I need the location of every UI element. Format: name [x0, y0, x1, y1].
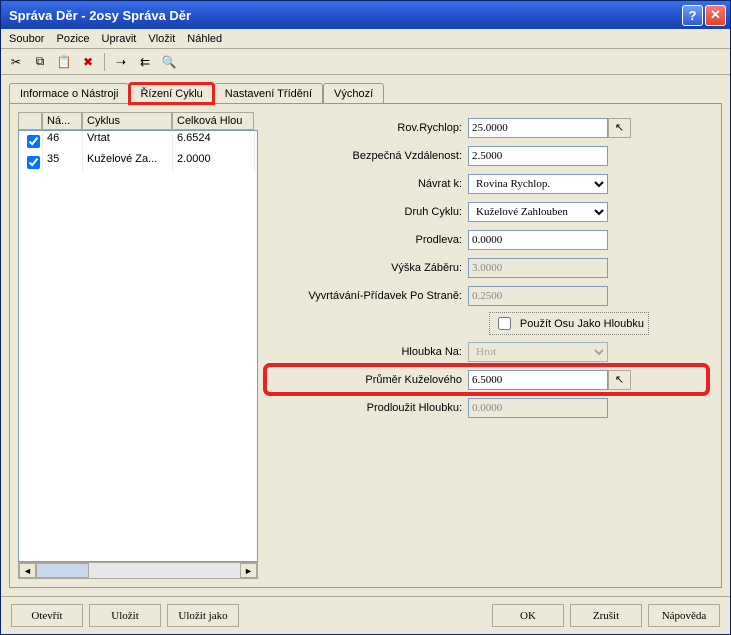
row-check[interactable] [27, 156, 40, 169]
h-scrollbar[interactable]: ◄ ► [18, 562, 258, 579]
tab-strip: Informace o Nástroji Řízení Cyklu Nastav… [1, 75, 730, 103]
bezp-input[interactable] [468, 146, 608, 166]
scroll-thumb[interactable] [36, 563, 89, 578]
form: Rov.Rychlop: ↖ Bezpečná Vzdálenost: Návr… [268, 112, 713, 579]
menu-edit[interactable]: Upravit [102, 33, 137, 45]
close-button[interactable]: ✕ [705, 5, 726, 26]
cell-na: 35 [43, 152, 83, 173]
separator [104, 53, 105, 71]
ok-button[interactable]: OK [492, 604, 564, 627]
cell-cycle: Kuželové Za... [83, 152, 173, 173]
toolbar: ✂ ⧉ 📋 ✖ ➝ ⇇ 🔍 [1, 49, 730, 75]
row-check[interactable] [27, 135, 40, 148]
hloubka-label: Hloubka Na: [268, 346, 468, 358]
tool-c-icon[interactable]: 🔍 [158, 52, 180, 72]
prumer-input[interactable] [468, 370, 608, 390]
cut-icon[interactable]: ✂ [5, 52, 27, 72]
menu-file[interactable]: Soubor [9, 33, 44, 45]
navrat-label: Návrat k: [268, 178, 468, 190]
save-button[interactable]: Uložit [89, 604, 161, 627]
menu-insert[interactable]: Vložit [148, 33, 175, 45]
osu-checkbox-wrap[interactable]: Použít Osu Jako Hloubku [489, 312, 649, 335]
col-na[interactable]: Ná... [42, 112, 82, 130]
menubar: Soubor Pozice Upravit Vložit Náhled [1, 29, 730, 49]
scroll-right-icon[interactable]: ► [240, 563, 257, 578]
grid-body: 46 Vrtat 6.6524 35 Kuželové Za... 2.0000 [18, 130, 258, 562]
tool-b-icon[interactable]: ⇇ [134, 52, 156, 72]
rov-label: Rov.Rychlop: [268, 122, 468, 134]
rov-input[interactable] [468, 118, 608, 138]
window: Správa Děr - 2osy Správa Děr ? ✕ Soubor … [0, 0, 731, 635]
prodl-label: Prodloužit Hloubku: [268, 402, 468, 414]
bezp-label: Bezpečná Vzdálenost: [268, 150, 468, 162]
cell-depth: 2.0000 [173, 152, 255, 173]
cell-cycle: Vrtat [83, 131, 173, 152]
table-row[interactable]: 46 Vrtat 6.6524 [19, 131, 257, 152]
prodleva-label: Prodleva: [268, 234, 468, 246]
titlebar: Správa Děr - 2osy Správa Děr ? ✕ [1, 1, 730, 29]
scroll-track[interactable] [89, 563, 241, 578]
col-cycle[interactable]: Cyklus [82, 112, 172, 130]
prodl-input [468, 398, 608, 418]
help-button[interactable]: ? [682, 5, 703, 26]
tool-a-icon[interactable]: ➝ [110, 52, 132, 72]
tab-default[interactable]: Výchozí [323, 83, 384, 104]
scroll-left-icon[interactable]: ◄ [19, 563, 36, 578]
navrat-select[interactable]: Rovina Rychlop. [468, 174, 608, 194]
tab-cycle[interactable]: Řízení Cyklu [129, 83, 213, 104]
col-depth[interactable]: Celková Hlou [172, 112, 254, 130]
vyvrt-input [468, 286, 608, 306]
copy-icon[interactable]: ⧉ [29, 52, 51, 72]
saveas-button[interactable]: Uložit jako [167, 604, 239, 627]
tab-sort[interactable]: Nastavení Třídění [214, 83, 323, 104]
footer: Otevřít Uložit Uložit jako OK Zrušit Náp… [1, 596, 730, 634]
vyska-input [468, 258, 608, 278]
menu-position[interactable]: Pozice [56, 33, 89, 45]
col-check[interactable] [18, 112, 42, 130]
hloubka-select: Hrot [468, 342, 608, 362]
cell-na: 46 [43, 131, 83, 152]
prodleva-input[interactable] [468, 230, 608, 250]
druh-select[interactable]: Kuželové Zahlouben [468, 202, 608, 222]
prumer-picker[interactable]: ↖ [608, 370, 631, 390]
table-row[interactable]: 35 Kuželové Za... 2.0000 [19, 152, 257, 173]
paste-icon[interactable]: 📋 [53, 52, 75, 72]
rov-picker[interactable]: ↖ [608, 118, 631, 138]
druh-label: Druh Cyklu: [268, 206, 468, 218]
delete-icon[interactable]: ✖ [77, 52, 99, 72]
vyvrt-label: Vyvrtávání-Přídavek Po Straně: [268, 290, 468, 302]
tab-info[interactable]: Informace o Nástroji [9, 83, 129, 104]
grid: Ná... Cyklus Celková Hlou 46 Vrtat 6.652… [18, 112, 258, 579]
open-button[interactable]: Otevřít [11, 604, 83, 627]
cancel-button[interactable]: Zrušit [570, 604, 642, 627]
osu-checkbox[interactable] [498, 317, 511, 330]
cell-depth: 6.6524 [173, 131, 255, 152]
grid-header: Ná... Cyklus Celková Hlou [18, 112, 258, 130]
prumer-label: Průměr Kuželového [268, 374, 468, 386]
prumer-row: Průměr Kuželového ↖ [268, 368, 705, 391]
osu-label: Použít Osu Jako Hloubku [520, 318, 644, 330]
help-footer-button[interactable]: Nápověda [648, 604, 720, 627]
vyska-label: Výška Záběru: [268, 262, 468, 274]
window-title: Správa Děr - 2osy Správa Děr [5, 8, 680, 23]
tab-panel: Ná... Cyklus Celková Hlou 46 Vrtat 6.652… [9, 103, 722, 588]
menu-view[interactable]: Náhled [187, 33, 222, 45]
